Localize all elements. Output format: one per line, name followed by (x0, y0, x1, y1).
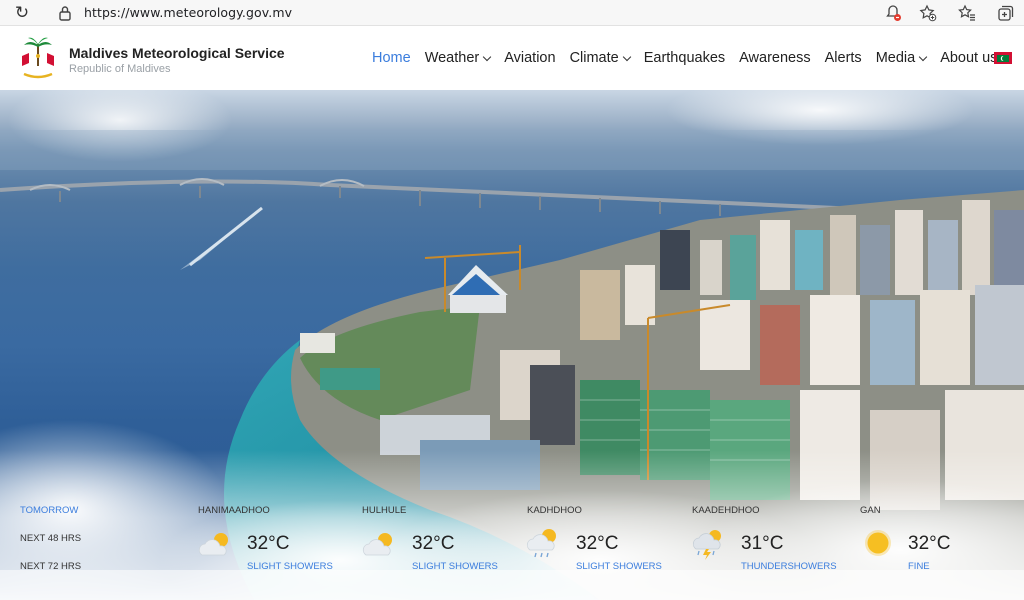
nav-item-earthquakes[interactable]: Earthquakes (644, 50, 725, 66)
nav-item-awareness[interactable]: Awareness (739, 50, 810, 66)
sun-icon (865, 530, 891, 556)
nav-item-about-us[interactable]: About us (940, 50, 997, 66)
sun-cloud-rain-icon (526, 529, 556, 558)
station-name: HANIMAADHOO (198, 505, 270, 516)
org-name[interactable]: Maldives Meteorological Service (69, 45, 285, 61)
site-header: Maldives Meteorological Service Republic… (0, 26, 1024, 90)
main-nav: Home Weather Aviation Climate Earthquake… (372, 50, 1011, 66)
hero-illustration (0, 130, 1024, 600)
station-name: HULHULE (362, 505, 407, 516)
station-temp: 31°C (741, 533, 784, 554)
station-name: GAN (860, 505, 881, 516)
lock-icon[interactable] (58, 4, 72, 22)
chevron-down-icon (918, 52, 928, 61)
nav-label: Awareness (739, 50, 811, 66)
address-bar[interactable]: https://www.meteorology.gov.mv (84, 5, 292, 20)
station-condition: FINE (908, 561, 930, 572)
chevron-down-icon (482, 52, 492, 61)
nav-label: Media (875, 50, 916, 66)
sun-cloud-icon (198, 533, 228, 556)
hero-image: TOMORROW NEXT 48 HRS NEXT 72 HRS HANIMAA… (0, 90, 1024, 600)
station-temp: 32°C (247, 533, 290, 554)
station-condition: THUNDERSHOWERS (741, 561, 837, 572)
station-condition: SLIGHT SHOWERS (247, 561, 333, 572)
nav-item-alerts[interactable]: Alerts (825, 50, 862, 66)
reload-icon[interactable]: ↻ (12, 3, 32, 23)
notification-blocked-icon[interactable] (883, 3, 903, 23)
nav-label: Alerts (824, 50, 862, 66)
nav-label: Weather (424, 50, 480, 66)
thunder-cloud-icon (692, 530, 721, 560)
nav-label: Aviation (504, 50, 556, 66)
station-condition: SLIGHT SHOWERS (412, 561, 498, 572)
nav-item-home[interactable]: Home (372, 50, 411, 66)
nav-item-weather[interactable]: Weather (424, 50, 492, 66)
forecast-tab-48hrs[interactable]: NEXT 48 HRS (20, 533, 81, 544)
station-temp: 32°C (576, 533, 619, 554)
browser-toolbar: ↻ https://www.meteorology.gov.mv (0, 0, 1024, 26)
org-subtitle: Republic of Maldives (69, 63, 171, 75)
station-condition: SLIGHT SHOWERS (576, 561, 662, 572)
station-name: KADHDHOO (527, 505, 582, 516)
sun-cloud-icon (362, 533, 392, 556)
nav-label: Earthquakes (643, 50, 726, 66)
add-favorite-icon[interactable] (918, 3, 938, 23)
nav-label: About us (940, 50, 998, 66)
nav-item-climate[interactable]: Climate (569, 50, 631, 66)
nav-label: Home (372, 50, 411, 66)
chevron-down-icon (622, 52, 631, 61)
collections-icon[interactable] (995, 3, 1015, 23)
nav-item-aviation[interactable]: Aviation (504, 50, 555, 66)
language-flag-icon[interactable] (994, 52, 1012, 64)
forecast-tab-72hrs[interactable]: NEXT 72 HRS (20, 561, 81, 572)
state-emblem-logo[interactable] (18, 36, 58, 80)
station-name: KAADEHDHOO (692, 505, 760, 516)
forecast-tab-tomorrow[interactable]: TOMORROW (20, 505, 78, 516)
nav-item-media[interactable]: Media (875, 50, 928, 66)
favorites-icon[interactable] (957, 3, 977, 23)
station-temp: 32°C (412, 533, 455, 554)
nav-label: Climate (569, 50, 619, 66)
station-temp: 32°C (908, 533, 951, 554)
